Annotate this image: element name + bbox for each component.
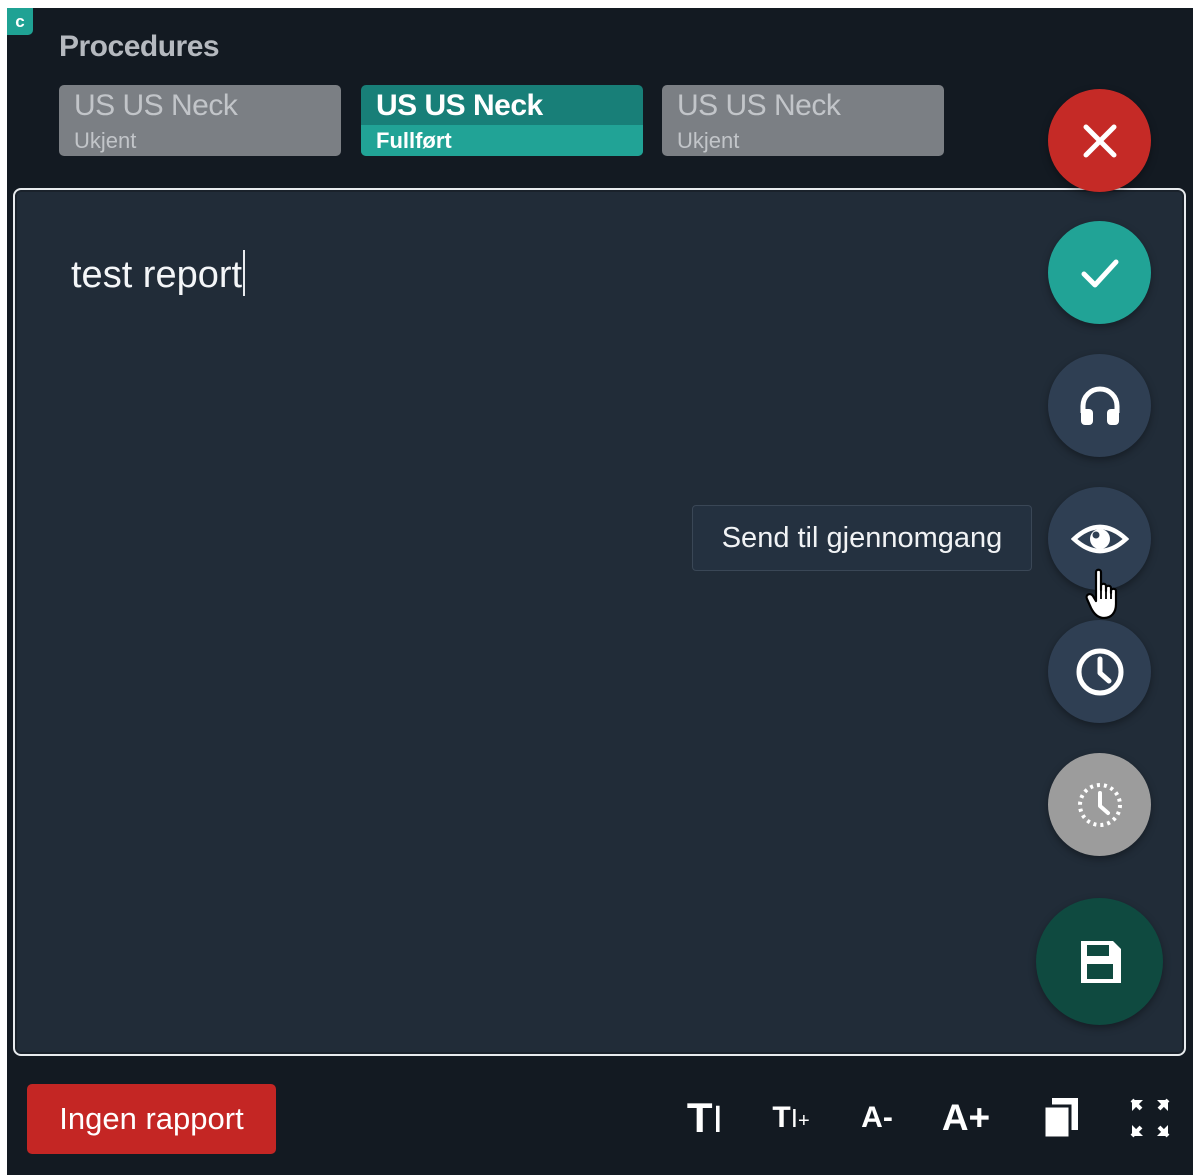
report-editor[interactable]: test report [13, 188, 1186, 1056]
text-size-plus-button[interactable]: TI+ [765, 1092, 817, 1144]
text-size-icon: TI [686, 1094, 724, 1141]
procedure-tab-name: US US Neck [376, 89, 543, 122]
hand-pointer-cursor-icon [1085, 568, 1118, 620]
text-size-button[interactable]: TI [679, 1092, 731, 1144]
fullscreen-icon [1130, 1098, 1170, 1138]
font-smaller-icon: A- [861, 1101, 893, 1134]
fullscreen-button[interactable] [1125, 1092, 1175, 1144]
report-app: c Procedures US US Neck Ukjent US US Nec… [7, 8, 1193, 1175]
procedure-tab-1[interactable]: US US Neck Ukjent [59, 85, 341, 156]
procedure-tab-status: Ukjent [677, 128, 740, 153]
approve-button[interactable] [1048, 221, 1151, 324]
headphones-icon [1080, 386, 1119, 425]
dictation-button[interactable] [1048, 354, 1151, 457]
procedures-title: Procedures [59, 30, 220, 63]
procedure-tab-status: Fullført [376, 128, 452, 153]
close-button[interactable] [1048, 89, 1151, 192]
text-size-plus-icon: TI+ [772, 1101, 810, 1134]
clock-icon [1076, 648, 1123, 695]
report-text: test report [71, 254, 243, 296]
no-report-button[interactable]: Ingen rapport [27, 1084, 276, 1154]
procedure-tab-name: US US Neck [74, 89, 238, 122]
font-larger-icon: A+ [941, 1097, 991, 1138]
bottom-toolbar: Ingen rapport TI TI+ A- A+ [7, 1064, 1193, 1175]
procedure-tab-status: Ukjent [74, 128, 137, 153]
procedure-tab-3[interactable]: US US Neck Ukjent [662, 85, 944, 156]
scheduled-button[interactable] [1048, 753, 1151, 856]
copy-button[interactable] [1037, 1092, 1085, 1144]
floppy-disk-icon [1080, 940, 1121, 983]
font-smaller-button[interactable]: A- [852, 1092, 902, 1144]
copy-icon [1042, 1098, 1078, 1140]
close-icon [1083, 124, 1116, 157]
schedule-button[interactable] [1048, 620, 1151, 723]
text-caret [243, 250, 246, 296]
procedure-tab-name: US US Neck [677, 89, 841, 122]
font-larger-button[interactable]: A+ [938, 1092, 994, 1144]
tooltip: Send til gjennomgang [692, 505, 1032, 571]
eye-icon [1070, 524, 1129, 553]
check-icon [1081, 259, 1118, 287]
dotted-clock-icon [1077, 782, 1122, 827]
report-text-area[interactable]: test report [71, 250, 246, 297]
save-button[interactable] [1036, 898, 1163, 1025]
c-badge: c [7, 8, 33, 35]
procedure-tab-2[interactable]: US US Neck Fullført [361, 85, 643, 156]
